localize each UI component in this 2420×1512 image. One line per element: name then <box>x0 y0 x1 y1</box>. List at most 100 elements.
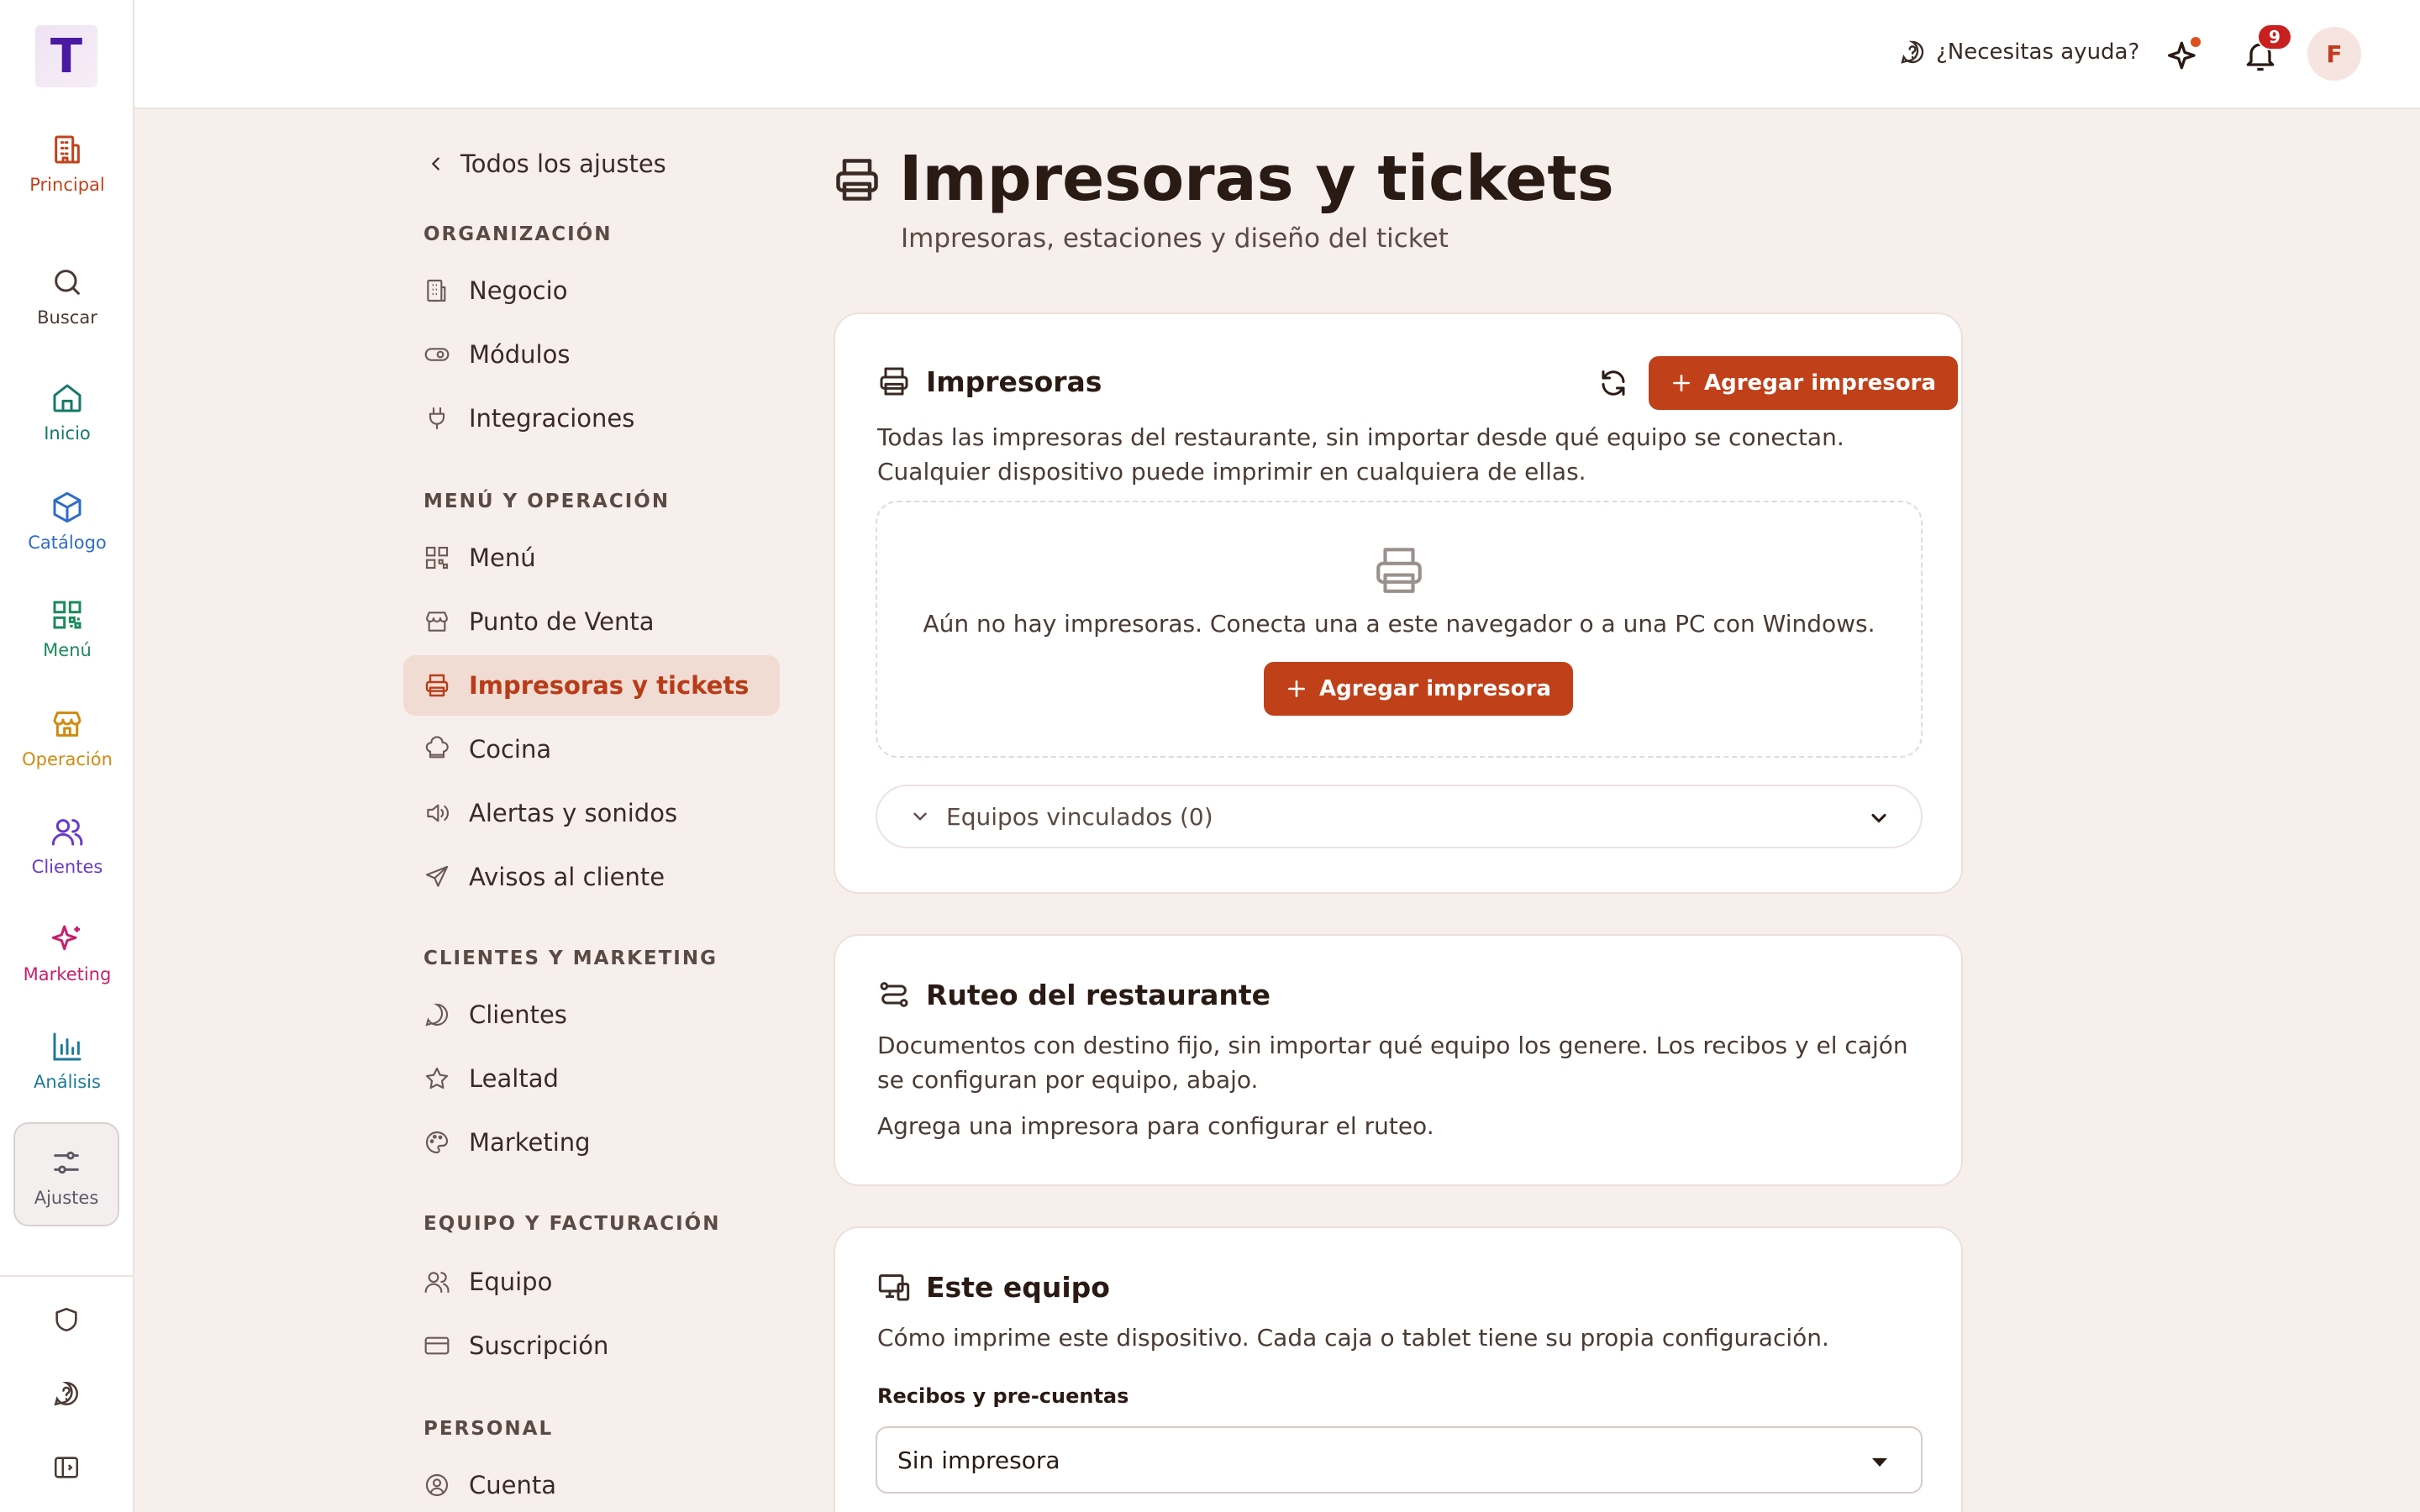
app-rail: T Principal Buscar Inicio Catálogo Menú … <box>0 0 134 1512</box>
section-title: EQUIPO Y FACTURACIÓN <box>424 1213 721 1235</box>
nav-item-clientes[interactable]: Clientes <box>403 984 780 1045</box>
rail-label: Menú <box>43 640 92 660</box>
nav-item-avisos-al-cliente[interactable]: Avisos al cliente <box>403 847 780 907</box>
rail-item-menu[interactable]: Menú <box>0 598 134 660</box>
card-header: Este equipo <box>877 1270 1110 1304</box>
card-description: Cómo imprime este dispositivo. Cada caja… <box>877 1324 1829 1352</box>
nav-item-integraciones[interactable]: Integraciones <box>403 388 780 449</box>
card-title: Impresoras <box>926 365 1102 398</box>
ai-status-dot <box>2189 35 2202 49</box>
nav-item-lealtad[interactable]: Lealtad <box>403 1048 780 1109</box>
routing-hint: Agrega una impresora para configurar el … <box>877 1112 1434 1140</box>
nav-item-label: Impresoras y tickets <box>469 671 750 700</box>
back-to-all-settings[interactable]: Todos los ajustes <box>427 150 666 178</box>
send-icon <box>425 865 449 887</box>
add-printer-button[interactable]: Agregar impresora <box>1649 356 1958 410</box>
rail-item-buscar[interactable]: Buscar <box>0 265 134 328</box>
empty-state: Aún no hay impresoras. Conecta una a est… <box>876 501 1923 758</box>
card-header: Ruteo del restaurante <box>877 978 1270 1011</box>
nav-item-suscripcion[interactable]: Suscripción <box>403 1315 780 1376</box>
sliders-icon <box>54 1151 79 1174</box>
nav-item-marketing[interactable]: Marketing <box>403 1112 780 1173</box>
nav-item-negocio[interactable]: Negocio <box>403 260 780 321</box>
rail-item-marketing[interactable]: Marketing <box>0 922 134 984</box>
nav-item-equipo[interactable]: Equipo <box>403 1252 780 1312</box>
nav-item-label: Integraciones <box>469 404 635 433</box>
add-printer-empty-button[interactable]: Agregar impresora <box>1264 662 1573 716</box>
rail-item-catalogo[interactable]: Catálogo <box>0 491 134 553</box>
credit-card-icon <box>424 1336 450 1355</box>
receipts-label: Recibos y pre-cuentas <box>877 1384 1129 1408</box>
rail-label: Marketing <box>23 964 112 984</box>
card-header: Impresoras <box>877 365 1102 398</box>
linked-devices-toggle[interactable]: Equipos vinculados (0) <box>876 785 1923 848</box>
section-title: MENÚ Y OPERACIÓN <box>424 491 671 512</box>
rail-item-clientes[interactable]: Clientes <box>0 815 134 877</box>
empty-text: Aún no hay impresoras. Conecta una a est… <box>923 610 1876 638</box>
nav-item-cuenta[interactable]: Cuenta <box>403 1455 780 1512</box>
plus-icon <box>1673 375 1690 391</box>
nav-item-alertas-y-sonidos[interactable]: Alertas y sonidos <box>403 783 780 843</box>
nav-item-impresoras-y-tickets[interactable]: Impresoras y tickets <box>403 655 780 716</box>
rail-label: Principal <box>29 175 105 195</box>
rail-label: Ajustes <box>34 1188 99 1208</box>
avatar[interactable]: F <box>2307 27 2361 81</box>
sidebar-toggle-icon[interactable] <box>52 1453 81 1482</box>
refresh-icon[interactable] <box>1598 368 1628 398</box>
card-title: Este equipo <box>926 1270 1110 1304</box>
home-icon <box>53 384 82 412</box>
qr-code-icon <box>53 601 82 629</box>
speaker-icon <box>427 804 449 822</box>
nav-item-label: Cocina <box>469 735 552 764</box>
button-label: Agregar impresora <box>1319 676 1551 701</box>
help-link[interactable]: ¿Necesitas ayuda? <box>1899 39 2139 66</box>
nav-item-label: Lealtad <box>469 1064 559 1093</box>
shield-icon[interactable] <box>52 1305 81 1334</box>
help-circle-icon[interactable] <box>52 1379 81 1408</box>
rail-label: Buscar <box>37 307 97 328</box>
star-icon <box>425 1067 449 1089</box>
printer-icon <box>836 159 878 201</box>
chef-hat-icon <box>425 736 449 759</box>
nav-item-cocina[interactable]: Cocina <box>403 719 780 780</box>
back-label: Todos los ajustes <box>460 150 666 178</box>
nav-item-label: Punto de Venta <box>469 607 655 636</box>
store-icon <box>53 711 82 737</box>
page-title: Impresoras y tickets <box>899 143 1614 215</box>
rail-item-ajustes[interactable]: Ajustes <box>13 1122 119 1226</box>
rail-label: Inicio <box>44 423 91 444</box>
printer-icon <box>880 367 908 396</box>
rail-label: Análisis <box>34 1072 101 1092</box>
rail-label: Clientes <box>31 857 103 877</box>
nav-item-label: Avisos al cliente <box>469 863 666 891</box>
bar-chart-icon <box>53 1032 82 1061</box>
building-icon <box>427 279 446 302</box>
section-title: PERSONAL <box>424 1418 554 1440</box>
nav-item-menu[interactable]: Menú <box>403 528 780 588</box>
rail-item-inicio[interactable]: Inicio <box>0 381 134 444</box>
rail-label: Catálogo <box>28 533 107 553</box>
rail-item-principal[interactable]: Principal <box>0 133 134 195</box>
users-icon <box>424 1272 450 1294</box>
printers-card: Impresoras Agregar impresora Todas las i… <box>834 312 1963 894</box>
receipts-printer-select[interactable]: Sin impresora <box>876 1426 1923 1494</box>
nav-item-modulos[interactable]: Módulos <box>403 324 780 385</box>
page-subtitle: Impresoras, estaciones y diseño del tick… <box>901 223 1449 254</box>
toggle-icon <box>424 348 450 361</box>
search-icon <box>55 270 80 295</box>
card-description: Documentos con destino fijo, sin importa… <box>877 1032 1908 1094</box>
rail-item-operacion[interactable]: Operación <box>0 707 134 769</box>
device-card: Este equipo Cómo imprime este dispositiv… <box>834 1226 1963 1512</box>
routing-card: Ruteo del restaurante Documentos con des… <box>834 934 1963 1186</box>
nav-item-punto-de-venta[interactable]: Punto de Venta <box>403 591 780 652</box>
sparkles-icon <box>51 925 80 951</box>
notification-badge: 9 <box>2257 24 2292 50</box>
rail-item-analisis[interactable]: Análisis <box>0 1030 134 1092</box>
nav-item-label: Clientes <box>469 1000 567 1029</box>
palette-icon <box>425 1131 449 1154</box>
app-logo[interactable]: T <box>35 25 97 87</box>
nav-item-label: Cuenta <box>469 1471 556 1499</box>
printer-icon <box>425 674 449 697</box>
nav-item-label: Módulos <box>469 340 571 369</box>
rail-divider <box>0 1275 134 1277</box>
